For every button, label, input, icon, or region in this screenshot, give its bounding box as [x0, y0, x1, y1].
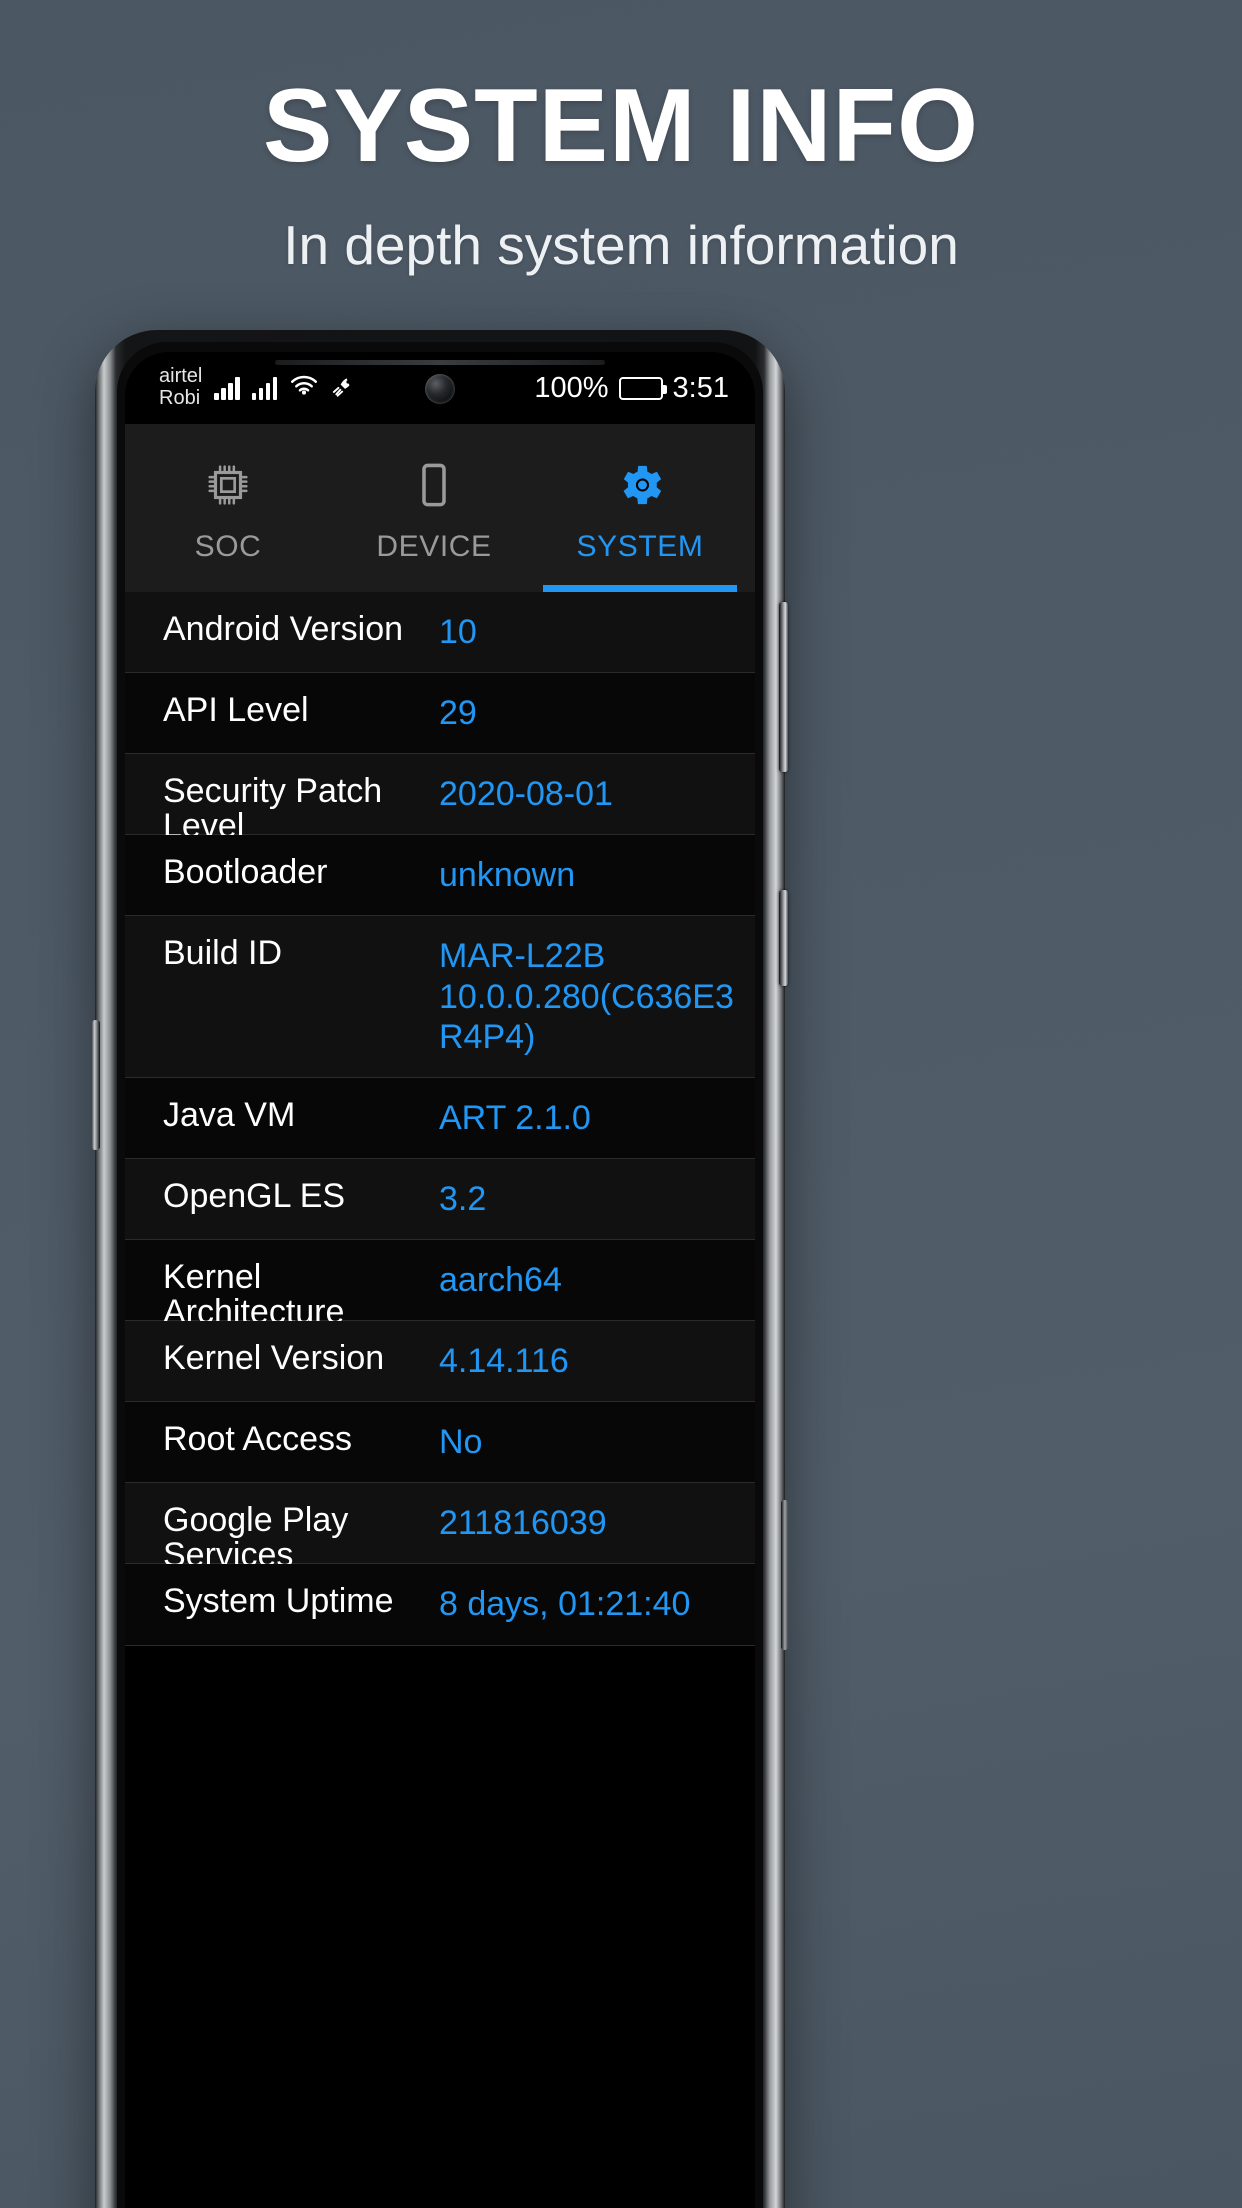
- promo-header: SYSTEM INFO In depth system information: [0, 0, 1242, 276]
- row-key: Java VM: [163, 1095, 296, 1134]
- left-side-button[interactable]: [92, 1020, 100, 1150]
- signal-strength-icon-1: [214, 376, 240, 400]
- tab-soc-label: SOC: [194, 530, 262, 563]
- row-key: API Level: [163, 691, 309, 730]
- tab-battery[interactable]: BATTERY: [743, 424, 755, 592]
- tab-device-label: DEVICE: [376, 530, 492, 563]
- row-key: Security Patch Level: [163, 772, 383, 845]
- table-row[interactable]: Build ID MAR-L22B 10.0.0.280(C636E3R4P4): [125, 916, 755, 1078]
- front-camera-icon: [425, 374, 455, 404]
- tab-system-label: SYSTEM: [576, 530, 704, 563]
- table-row[interactable]: Java VM ART 2.1.0: [125, 1077, 755, 1159]
- phone-mockup: airtel Robi 100% 3:51 SOC DEVICE SYSTEM …: [92, 330, 788, 2208]
- wifi-icon: [289, 374, 319, 403]
- row-value: aarch64: [439, 1260, 562, 1299]
- page-subtitle: In depth system information: [283, 214, 959, 277]
- signal-strength-icon-2: [251, 376, 278, 400]
- battery-percent-label: 100%: [534, 371, 609, 404]
- row-key: Root Access: [163, 1420, 352, 1459]
- row-value: 2020-08-01: [439, 775, 613, 814]
- phone-icon: [409, 458, 459, 512]
- table-row[interactable]: Kernel Architecture aarch64: [125, 1239, 755, 1331]
- row-key: Build ID: [163, 934, 283, 973]
- table-row[interactable]: Security Patch Level 2020-08-01: [125, 754, 755, 845]
- row-key: System Uptime: [163, 1582, 394, 1621]
- side-button-lower[interactable]: [781, 1500, 788, 1650]
- status-bar-left: airtel Robi: [159, 366, 357, 409]
- phone-bezel: airtel Robi 100% 3:51 SOC DEVICE SYSTEM …: [117, 342, 763, 2208]
- table-row[interactable]: Root Access No: [125, 1402, 755, 1484]
- tab-bar[interactable]: SOC DEVICE SYSTEM: [125, 424, 755, 592]
- table-row[interactable]: Google Play Services 211816039: [125, 1483, 755, 1574]
- table-row[interactable]: OpenGL ES 3.2: [125, 1158, 755, 1240]
- gear-icon: [613, 458, 667, 512]
- carrier-1-label: airtel: [159, 365, 203, 388]
- carrier-2-label: Robi: [159, 387, 201, 409]
- tab-device[interactable]: DEVICE: [331, 424, 537, 592]
- battery-icon: [618, 376, 667, 400]
- row-value: 4.14.116: [439, 1342, 569, 1381]
- row-value: unknown: [439, 856, 576, 895]
- table-row[interactable]: Android Version 10: [125, 592, 755, 674]
- volume-button[interactable]: [779, 602, 788, 772]
- earpiece-speaker: [275, 360, 605, 365]
- carrier-names: airtel Robi: [159, 366, 202, 409]
- row-value: No: [439, 1423, 483, 1462]
- row-value: 211816039: [439, 1504, 607, 1543]
- table-row[interactable]: System Uptime 8 days, 01:21:40: [125, 1564, 755, 1646]
- row-value: 10: [439, 613, 477, 651]
- row-key: Google Play Services: [163, 1501, 349, 1574]
- row-value: 3.2: [439, 1179, 487, 1218]
- row-key: Android Version: [163, 610, 404, 648]
- table-row[interactable]: API Level 29: [125, 673, 755, 755]
- chip-icon: [203, 458, 253, 512]
- phone-screen: airtel Robi 100% 3:51 SOC DEVICE SYSTEM …: [125, 352, 755, 2208]
- row-value: 29: [439, 694, 477, 733]
- table-row[interactable]: Bootloader unknown: [125, 835, 755, 917]
- row-key: Bootloader: [163, 853, 328, 892]
- row-key: OpenGL ES: [163, 1176, 346, 1215]
- row-value: 8 days, 01:21:40: [439, 1585, 691, 1624]
- table-row[interactable]: Kernel Version 4.14.116: [125, 1321, 755, 1403]
- clock-label: 3:51: [672, 371, 729, 404]
- row-key: Kernel Architecture: [163, 1257, 345, 1331]
- tab-system[interactable]: SYSTEM: [537, 424, 743, 592]
- row-key: Kernel Version: [163, 1339, 385, 1378]
- row-value: ART 2.1.0: [439, 1098, 591, 1137]
- row-value: MAR-L22B 10.0.0.280(C636E3R4P4): [439, 937, 734, 1056]
- tab-soc[interactable]: SOC: [125, 424, 331, 592]
- system-info-list: Android Version 10 API Level 29 Security…: [125, 592, 755, 1646]
- page-title: SYSTEM INFO: [263, 68, 979, 184]
- power-button[interactable]: [779, 890, 788, 986]
